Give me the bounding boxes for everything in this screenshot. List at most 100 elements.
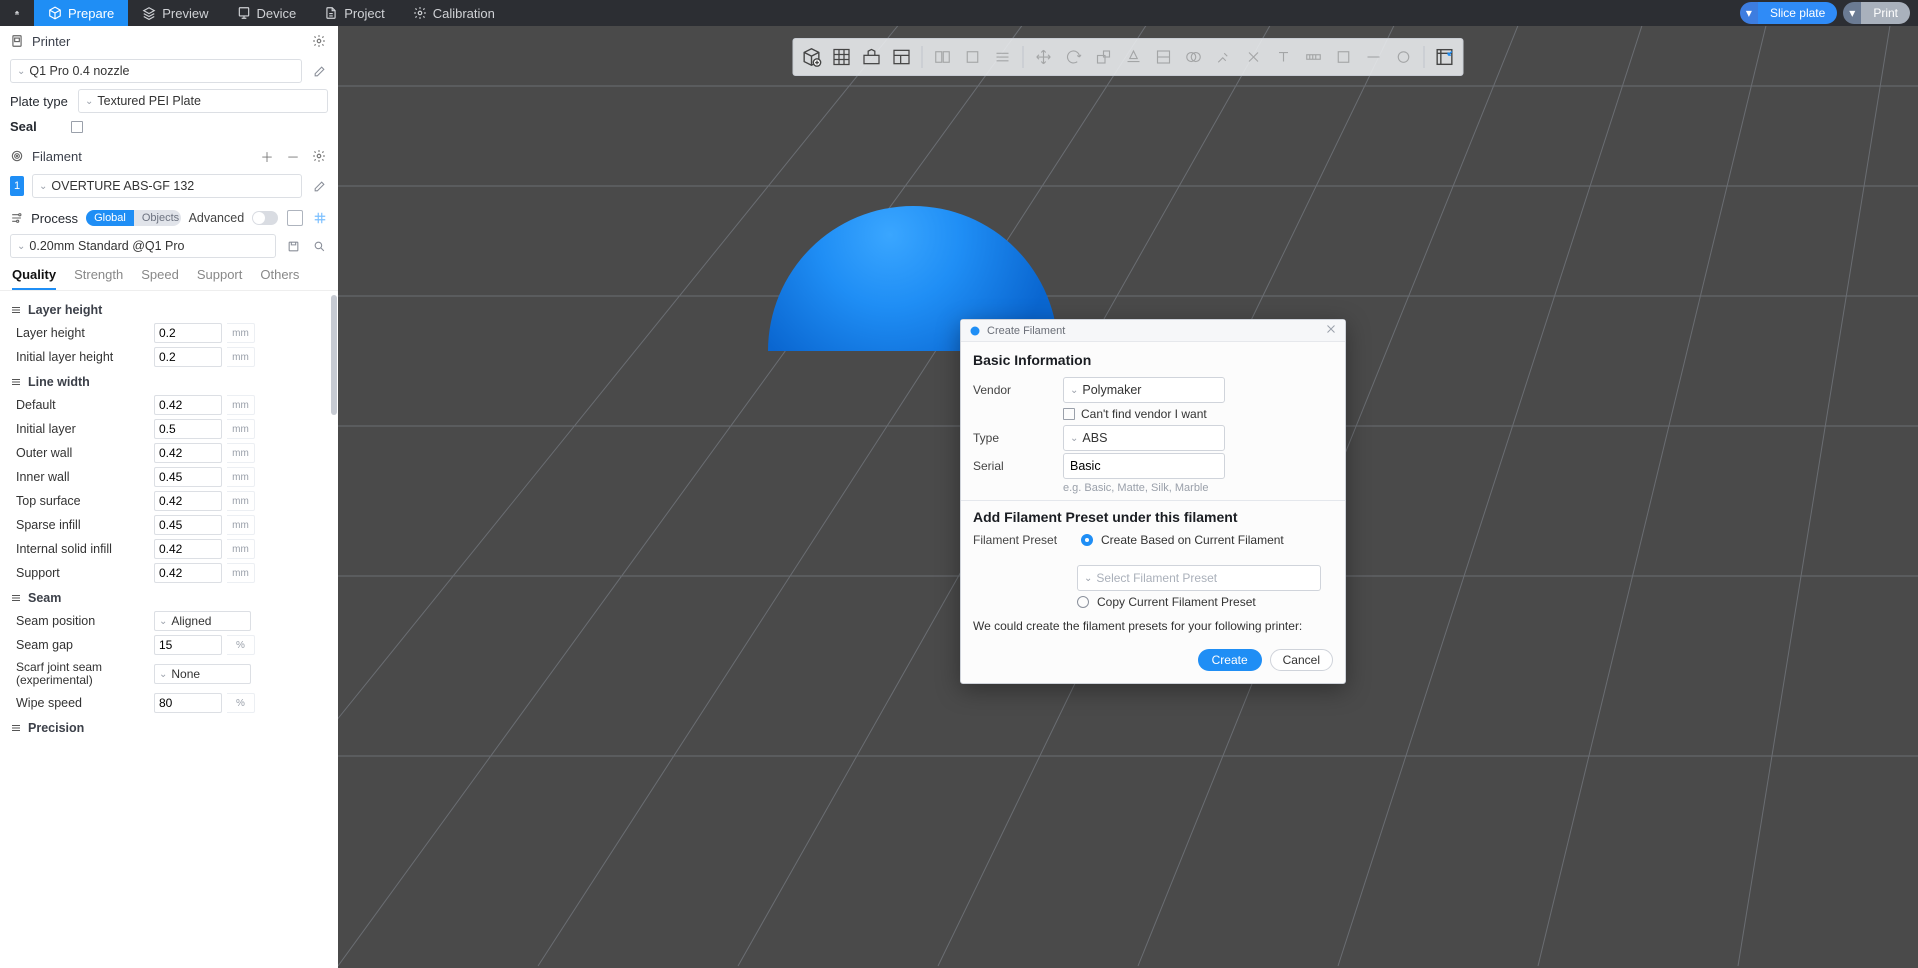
slice-plate-button[interactable]: ▾ Slice plate bbox=[1740, 2, 1837, 24]
advanced-switch[interactable] bbox=[252, 211, 278, 225]
create-button[interactable]: Create bbox=[1198, 649, 1262, 671]
type-select[interactable]: ⌄ ABS bbox=[1063, 425, 1225, 451]
home-button[interactable] bbox=[0, 0, 34, 26]
close-icon bbox=[1325, 323, 1337, 335]
list-button[interactable] bbox=[286, 209, 303, 227]
param-row: Initial layermm bbox=[10, 417, 332, 441]
param-name: Default bbox=[10, 398, 148, 412]
printer-preset-select[interactable]: ⌄ Q1 Pro 0.4 nozzle bbox=[10, 59, 302, 83]
param-input[interactable] bbox=[154, 419, 222, 439]
tab-quality[interactable]: Quality bbox=[12, 267, 56, 290]
seal-label: Seal bbox=[10, 119, 37, 134]
nav-prepare[interactable]: Prepare bbox=[34, 0, 128, 26]
search-icon bbox=[313, 240, 326, 253]
param-unit: mm bbox=[227, 347, 255, 367]
scrollbar-thumb[interactable] bbox=[331, 295, 337, 415]
edit-printer-button[interactable] bbox=[310, 62, 328, 80]
sliders-icon bbox=[10, 211, 23, 225]
vendor-select[interactable]: ⌄ Polymaker bbox=[1063, 377, 1225, 403]
param-name: Outer wall bbox=[10, 446, 148, 460]
filament-settings-button[interactable] bbox=[310, 147, 328, 165]
param-name: Inner wall bbox=[10, 470, 148, 484]
filament-icon bbox=[10, 149, 24, 163]
chevron-down-icon: ⌄ bbox=[1070, 433, 1078, 444]
save-preset-button[interactable] bbox=[284, 237, 302, 255]
chevron-down-icon[interactable]: ▾ bbox=[1843, 2, 1861, 24]
compare-button[interactable] bbox=[311, 209, 328, 227]
param-select-value: None bbox=[171, 667, 200, 681]
param-input[interactable] bbox=[154, 515, 222, 535]
process-preset-select[interactable]: ⌄ 0.20mm Standard @Q1 Pro bbox=[10, 234, 276, 258]
param-unit: mm bbox=[227, 323, 255, 343]
param-unit: mm bbox=[227, 539, 255, 559]
param-input[interactable] bbox=[154, 347, 222, 367]
cancel-button[interactable]: Cancel bbox=[1270, 649, 1333, 671]
param-input[interactable] bbox=[154, 395, 222, 415]
dialog-title: Create Filament bbox=[987, 325, 1065, 337]
param-input[interactable] bbox=[154, 467, 222, 487]
chevron-down-icon[interactable]: ▾ bbox=[1740, 2, 1758, 24]
search-preset-button[interactable] bbox=[310, 237, 328, 255]
plate-type-value: Textured PEI Plate bbox=[97, 94, 201, 108]
left-panel: Printer ⌄ Q1 Pro 0.4 nozzle Plate type ⌄… bbox=[0, 26, 338, 968]
remove-filament-button[interactable]: － bbox=[284, 147, 302, 165]
vendor-label: Vendor bbox=[973, 383, 1055, 397]
add-filament-button[interactable]: ＋ bbox=[258, 147, 276, 165]
param-input[interactable] bbox=[154, 491, 222, 511]
dialog-titlebar[interactable]: Create Filament bbox=[961, 320, 1345, 342]
param-input[interactable] bbox=[154, 539, 222, 559]
plate-type-label: Plate type bbox=[10, 94, 70, 109]
viewport-3d[interactable]: Create Filament Basic Information Vendor… bbox=[338, 26, 1918, 968]
home-icon bbox=[14, 5, 20, 21]
scope-toggle[interactable]: Global Objects bbox=[86, 210, 181, 226]
param-group-title: Seam bbox=[10, 585, 332, 609]
print-button[interactable]: ▾ Print bbox=[1843, 2, 1910, 24]
layers-icon bbox=[142, 6, 156, 20]
param-input[interactable] bbox=[154, 693, 222, 713]
chevron-down-icon: ⌄ bbox=[17, 241, 25, 252]
param-row: Supportmm bbox=[10, 561, 332, 585]
top-nav: Prepare Preview Device Project Calibrati… bbox=[0, 0, 1918, 26]
nav-label: Preview bbox=[162, 6, 208, 21]
printer-preset-value: Q1 Pro 0.4 nozzle bbox=[29, 64, 129, 78]
filament-preset-select[interactable]: ⌄ Select Filament Preset bbox=[1077, 565, 1321, 591]
tab-support[interactable]: Support bbox=[197, 267, 243, 290]
tab-others[interactable]: Others bbox=[260, 267, 299, 290]
preset-label: Filament Preset bbox=[973, 533, 1073, 547]
nav-device[interactable]: Device bbox=[223, 0, 311, 26]
cant-find-vendor-checkbox[interactable] bbox=[1063, 408, 1075, 420]
param-input[interactable] bbox=[154, 323, 222, 343]
tab-strength[interactable]: Strength bbox=[74, 267, 123, 290]
nav-project[interactable]: Project bbox=[310, 0, 398, 26]
printer-settings-button[interactable] bbox=[310, 32, 328, 50]
radio-copy-current[interactable] bbox=[1077, 596, 1089, 608]
radio-copy-current-label: Copy Current Filament Preset bbox=[1097, 595, 1256, 609]
param-name: Wipe speed bbox=[10, 696, 148, 710]
filament-select[interactable]: ⌄ OVERTURE ABS-GF 132 bbox=[32, 174, 302, 198]
chevron-down-icon: ⌄ bbox=[159, 616, 167, 627]
param-input[interactable] bbox=[154, 563, 222, 583]
tab-speed[interactable]: Speed bbox=[141, 267, 179, 290]
plate-type-select[interactable]: ⌄ Textured PEI Plate bbox=[78, 89, 328, 113]
param-row: Wipe speed% bbox=[10, 691, 332, 715]
radio-create-based[interactable] bbox=[1081, 534, 1093, 546]
edit-filament-button[interactable] bbox=[310, 177, 328, 195]
parameters-scroll[interactable]: Layer heightLayer heightmmInitial layer … bbox=[0, 291, 338, 968]
serial-input[interactable] bbox=[1063, 453, 1225, 479]
vendor-value: Polymaker bbox=[1082, 383, 1141, 397]
radio-create-based-label: Create Based on Current Filament bbox=[1101, 533, 1284, 547]
filament-index[interactable]: 1 bbox=[10, 176, 24, 196]
close-button[interactable] bbox=[1325, 323, 1337, 338]
file-icon bbox=[324, 6, 338, 20]
param-name: Layer height bbox=[10, 326, 148, 340]
advanced-label: Advanced bbox=[189, 211, 245, 225]
param-select[interactable]: ⌄None bbox=[154, 664, 251, 684]
param-input[interactable] bbox=[154, 443, 222, 463]
cant-find-vendor-label: Can't find vendor I want bbox=[1081, 407, 1207, 421]
nav-calibration[interactable]: Calibration bbox=[399, 0, 509, 26]
param-select[interactable]: ⌄Aligned bbox=[154, 611, 251, 631]
gear-icon bbox=[312, 149, 326, 163]
nav-preview[interactable]: Preview bbox=[128, 0, 222, 26]
param-input[interactable] bbox=[154, 635, 222, 655]
seal-checkbox[interactable] bbox=[71, 121, 83, 133]
